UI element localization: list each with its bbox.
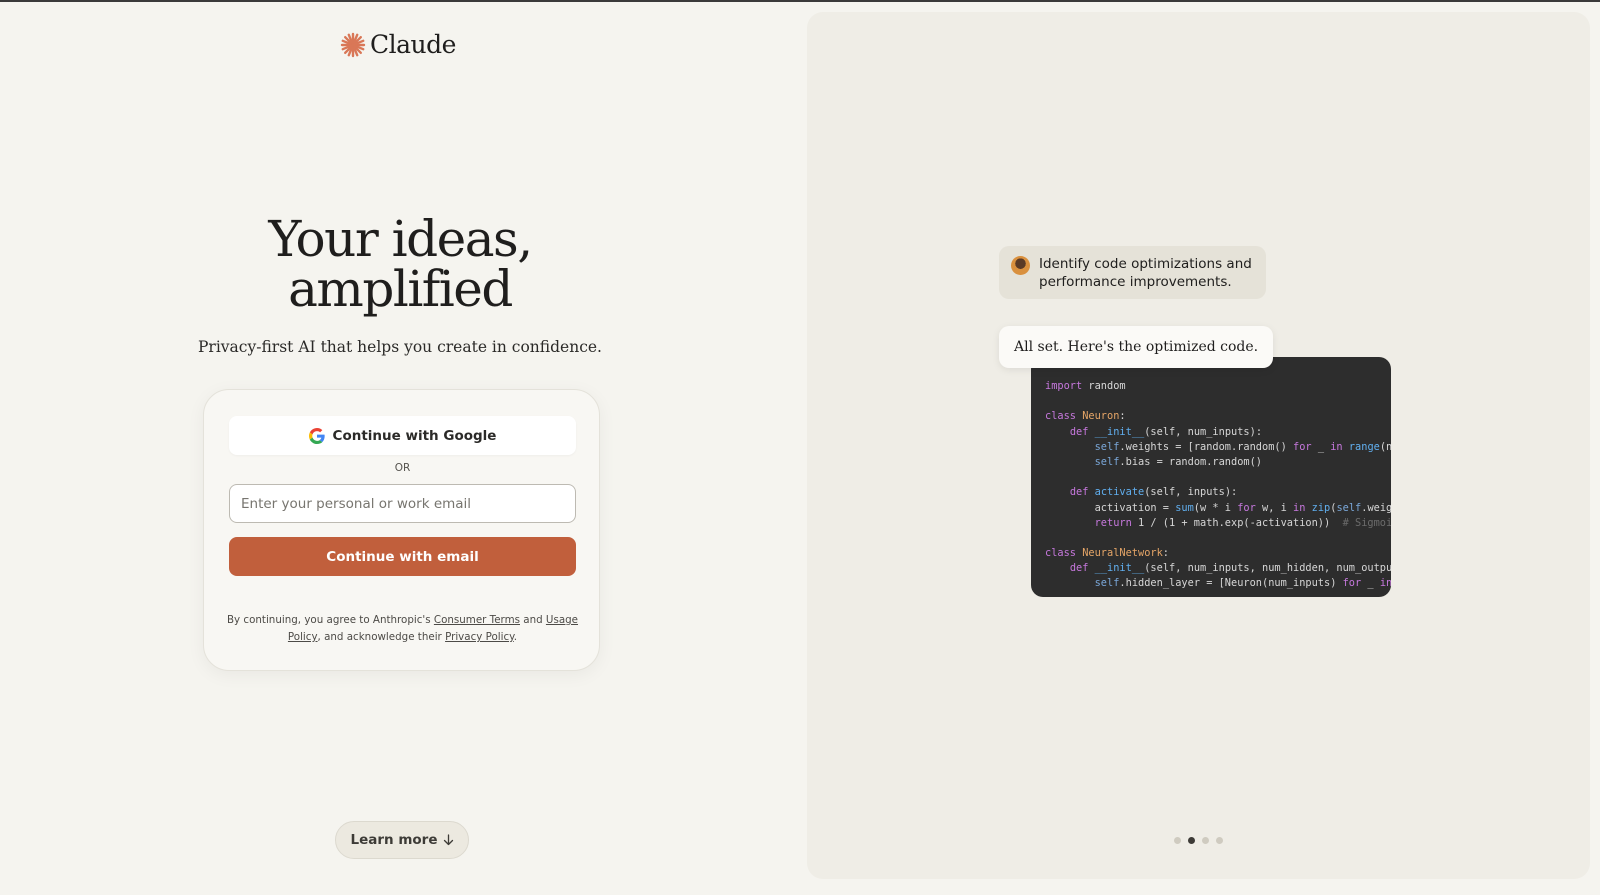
headline-line-2: amplified [288, 260, 513, 318]
code-line: self.bias = random.random() [1094, 455, 1263, 468]
legal-suffix: . [513, 631, 518, 643]
arrow-down-icon [443, 834, 453, 846]
continue-with-google-button[interactable]: Continue with Google [229, 416, 576, 455]
brand-logo[interactable]: Claude [340, 30, 456, 59]
brand-name: Claude [370, 30, 456, 59]
legal-notice: By continuing, you agree to Anthropic's … [226, 612, 579, 646]
code-line: activation = sum(w * i for w, i in zip(s… [1045, 501, 1391, 514]
avatar [1011, 256, 1030, 275]
user-message-bubble: Identify code optimizations and performa… [999, 246, 1266, 299]
carousel-indicator [1174, 837, 1223, 844]
legal-prefix: By continuing, you agree to Anthropic's [226, 614, 434, 626]
login-card: Continue with Google OR Continue with em… [203, 389, 600, 671]
code-block: import random class Neuron: def __init__… [1031, 357, 1391, 597]
code-line: class NeuralNetwork: [1045, 547, 1169, 560]
assistant-message-bubble: All set. Here's the optimized code. [999, 326, 1274, 368]
consumer-terms-link[interactable]: Consumer Terms [434, 614, 520, 626]
code-line: class Neuron: [1045, 410, 1126, 423]
google-icon [308, 427, 325, 444]
carousel-dot[interactable] [1202, 837, 1209, 844]
auth-panel: Claude Your ideas, amplified Privacy-fir… [0, 0, 790, 895]
continue-with-email-button[interactable]: Continue with email [229, 537, 576, 576]
legal-and: and [520, 614, 546, 626]
showcase-panel: Identify code optimizations and performa… [807, 12, 1590, 879]
code-line: def __init__(self, num_inputs, num_hidde… [1069, 562, 1391, 575]
user-message-text: Identify code optimizations and performa… [1039, 256, 1252, 290]
learn-more-button[interactable]: Learn more [335, 821, 469, 859]
code-line: return 1 / (1 + math.exp(-activation)) #… [1094, 516, 1391, 529]
code-line: def __init__(self, num_inputs): [1069, 425, 1263, 438]
code-line: import random [1045, 380, 1126, 392]
email-field[interactable] [229, 484, 576, 523]
headline-line-1: Your ideas, [268, 210, 533, 268]
subheadline: Privacy-first AI that helps you create i… [198, 338, 602, 356]
claude-starburst-icon [340, 32, 366, 57]
carousel-dot[interactable] [1188, 837, 1195, 844]
code-line: self.weights = [random.random() for _ in… [1094, 440, 1391, 453]
learn-more-label: Learn more [350, 832, 438, 848]
legal-middle: , and acknowledge their [317, 631, 446, 643]
code-line: self.hidden_layer = [Neuron(num_inputs) … [1094, 577, 1391, 590]
carousel-dot[interactable] [1174, 837, 1181, 844]
or-divider: OR [394, 462, 411, 474]
page-title: Your ideas, amplified [200, 214, 600, 314]
code-line: def activate(self, inputs): [1069, 486, 1238, 499]
privacy-policy-link[interactable]: Privacy Policy [445, 631, 514, 643]
google-button-label: Continue with Google [332, 427, 497, 444]
carousel-dot[interactable] [1216, 837, 1223, 844]
